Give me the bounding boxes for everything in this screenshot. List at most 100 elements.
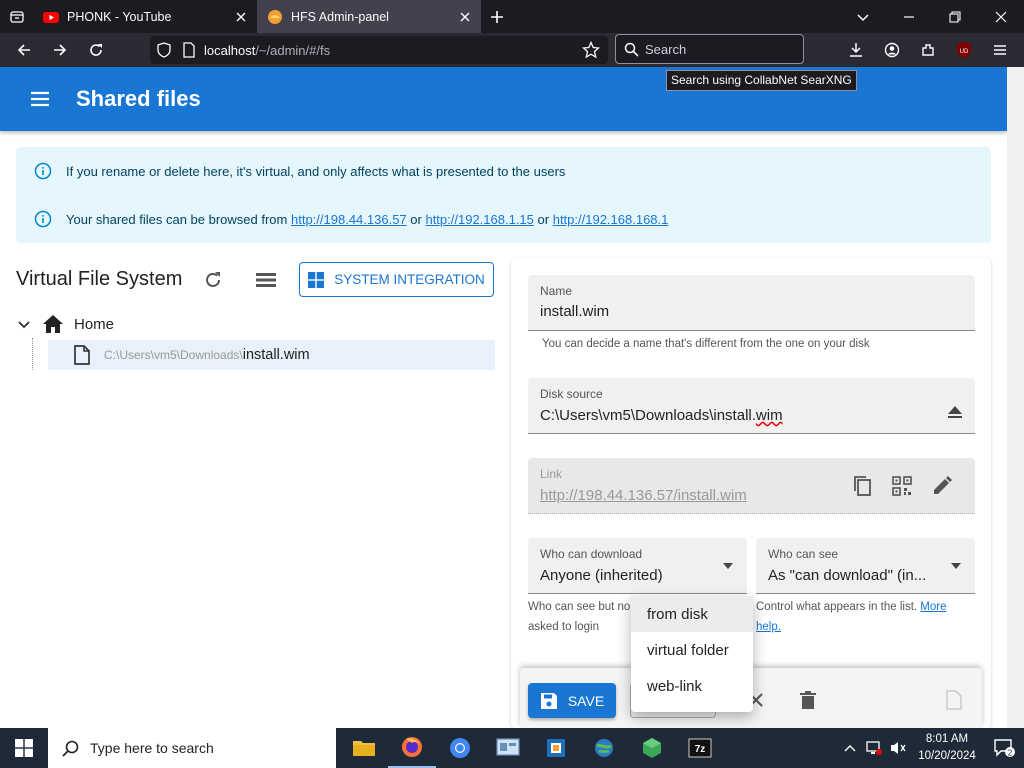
- refresh-icon[interactable]: [201, 268, 225, 292]
- tree-home-label: Home: [74, 315, 115, 333]
- menu-icon[interactable]: [22, 91, 58, 107]
- bookmark-star-icon[interactable]: [582, 41, 600, 59]
- clock[interactable]: 8:01 AM 10/20/2024: [910, 731, 984, 765]
- arrow-drop-down-icon[interactable]: [944, 554, 968, 578]
- tab-title: HFS Admin-panel: [291, 9, 389, 24]
- name-helper: You can decide a name that's different f…: [542, 338, 870, 350]
- back-icon[interactable]: [6, 33, 42, 67]
- alert-urls: Your shared files can be browsed from ht…: [34, 210, 668, 228]
- restore-icon[interactable]: [932, 0, 978, 33]
- youtube-icon: [43, 9, 59, 25]
- file-name: install.wim: [242, 347, 310, 363]
- source-value: C:\Users\vm5\Downloads\install.: [540, 407, 756, 424]
- who-can-see-select[interactable]: Who can see As "can download" (in...: [756, 538, 975, 594]
- 7zip-icon[interactable]: 7z: [676, 728, 724, 768]
- info-icon: [34, 210, 52, 228]
- chevron-down-icon[interactable]: [840, 0, 886, 33]
- file-explorer-icon[interactable]: [340, 728, 388, 768]
- info-alerts: If you rename or delete here, it's virtu…: [16, 147, 991, 243]
- chrome-icon[interactable]: [436, 728, 484, 768]
- url-link-1[interactable]: http://198.44.136.57: [291, 212, 407, 227]
- tray-overflow-icon[interactable]: [838, 728, 862, 768]
- windows-start-icon[interactable]: [0, 728, 48, 768]
- who-see-value: As "can download" (in...: [768, 567, 927, 584]
- name-field[interactable]: Name install.wim: [528, 275, 975, 331]
- helper-text: Control what appears in the list.: [756, 601, 918, 613]
- who-see-helper-2: asked to login: [528, 621, 599, 633]
- hfs-icon: [267, 9, 283, 25]
- source-label: Disk source: [540, 387, 603, 401]
- system-integration-label: SYSTEM INTEGRATION: [334, 272, 485, 287]
- who-can-download-select[interactable]: Who can download Anyone (inherited): [528, 538, 747, 594]
- help-link[interactable]: help.: [756, 621, 781, 633]
- account-icon[interactable]: [874, 33, 910, 67]
- network-icon[interactable]: [862, 728, 886, 768]
- browser-tab-strip: PHONK - YouTube HFS Admin-panel: [0, 0, 1024, 33]
- source-input[interactable]: C:\Users\vm5\Downloads\install.wim: [540, 407, 783, 424]
- tree-guide-line: [32, 338, 33, 370]
- green-cube-icon[interactable]: [628, 728, 676, 768]
- chevron-down-icon[interactable]: [16, 316, 32, 332]
- volume-icon[interactable]: [886, 728, 910, 768]
- tab-list-icon[interactable]: [0, 0, 33, 33]
- network-globe-icon[interactable]: [580, 728, 628, 768]
- hamburger-menu-icon[interactable]: [982, 33, 1018, 67]
- menu-item-web-link[interactable]: web-link: [631, 668, 753, 704]
- tab-hfs-admin[interactable]: HFS Admin-panel: [257, 0, 481, 33]
- clock-time: 8:01 AM: [925, 733, 969, 745]
- name-input[interactable]: install.wim: [540, 303, 609, 320]
- taskbar-search[interactable]: Type here to search: [48, 728, 336, 768]
- windows-icon: [308, 271, 325, 288]
- close-tab-icon[interactable]: [457, 9, 473, 25]
- delete-icon[interactable]: [796, 688, 820, 712]
- url-bar[interactable]: localhost/~/admin/#/fs: [150, 36, 608, 64]
- forward-icon[interactable]: [42, 33, 78, 67]
- firefox-icon[interactable]: [388, 728, 436, 768]
- page-scrollbar[interactable]: [1007, 67, 1024, 728]
- url-link-3[interactable]: http://192.168.168.1: [553, 212, 669, 227]
- more-link[interactable]: More: [920, 601, 946, 613]
- virtualbox-icon[interactable]: [532, 728, 580, 768]
- alert-text: Your shared files can be browsed from: [66, 211, 288, 227]
- disk-source-field[interactable]: Disk source C:\Users\vm5\Downloads\insta…: [528, 378, 975, 434]
- search-box[interactable]: [615, 34, 804, 64]
- control-panel-icon[interactable]: [484, 728, 532, 768]
- close-window-icon[interactable]: [978, 0, 1024, 33]
- system-integration-button[interactable]: SYSTEM INTEGRATION: [299, 262, 494, 297]
- copy-icon[interactable]: [850, 474, 874, 498]
- tab-youtube[interactable]: PHONK - YouTube: [33, 0, 257, 33]
- list-view-icon[interactable]: [254, 268, 278, 292]
- file-path: C:\Users\vm5\Downloads\: [104, 348, 243, 362]
- close-tab-icon[interactable]: [233, 9, 249, 25]
- or-text: or: [410, 211, 422, 227]
- eject-icon[interactable]: [943, 400, 967, 424]
- system-tray: 8:01 AM 10/20/2024 2: [838, 728, 1024, 768]
- qr-code-icon[interactable]: [890, 474, 914, 498]
- tree-item-home[interactable]: Home: [16, 312, 114, 336]
- menu-item-from-disk[interactable]: from disk: [631, 596, 753, 632]
- ublock-icon[interactable]: UD: [946, 33, 982, 67]
- notification-icon[interactable]: 2: [984, 728, 1024, 768]
- arrow-drop-down-icon[interactable]: [716, 554, 740, 578]
- minimize-icon[interactable]: [886, 0, 932, 33]
- svg-text:7z: 7z: [695, 744, 706, 755]
- search-icon: [624, 42, 639, 57]
- menu-item-virtual-folder[interactable]: virtual folder: [631, 632, 753, 668]
- link-label: Link: [540, 467, 563, 481]
- source-value-ext: wim: [755, 407, 783, 424]
- url-link-2[interactable]: http://192.168.1.15: [425, 212, 533, 227]
- ublock-badge: UD: [960, 49, 969, 55]
- reload-icon[interactable]: [78, 33, 114, 67]
- tree-item-file[interactable]: C:\Users\vm5\Downloads\ install.wim: [48, 340, 495, 370]
- download-icon[interactable]: [838, 33, 874, 67]
- save-button[interactable]: SAVE: [528, 683, 616, 718]
- extensions-icon[interactable]: [910, 33, 946, 67]
- link-value[interactable]: http://198.44.136.57/install.wim: [540, 487, 747, 504]
- shield-icon[interactable]: [156, 42, 172, 58]
- search-input[interactable]: [645, 41, 795, 57]
- edit-icon[interactable]: [930, 474, 954, 498]
- who-see-helper-1: Who can see but no: [528, 601, 631, 613]
- page-icon[interactable]: [182, 42, 196, 58]
- page-title: Shared files: [76, 86, 201, 111]
- new-tab-icon[interactable]: [481, 0, 513, 33]
